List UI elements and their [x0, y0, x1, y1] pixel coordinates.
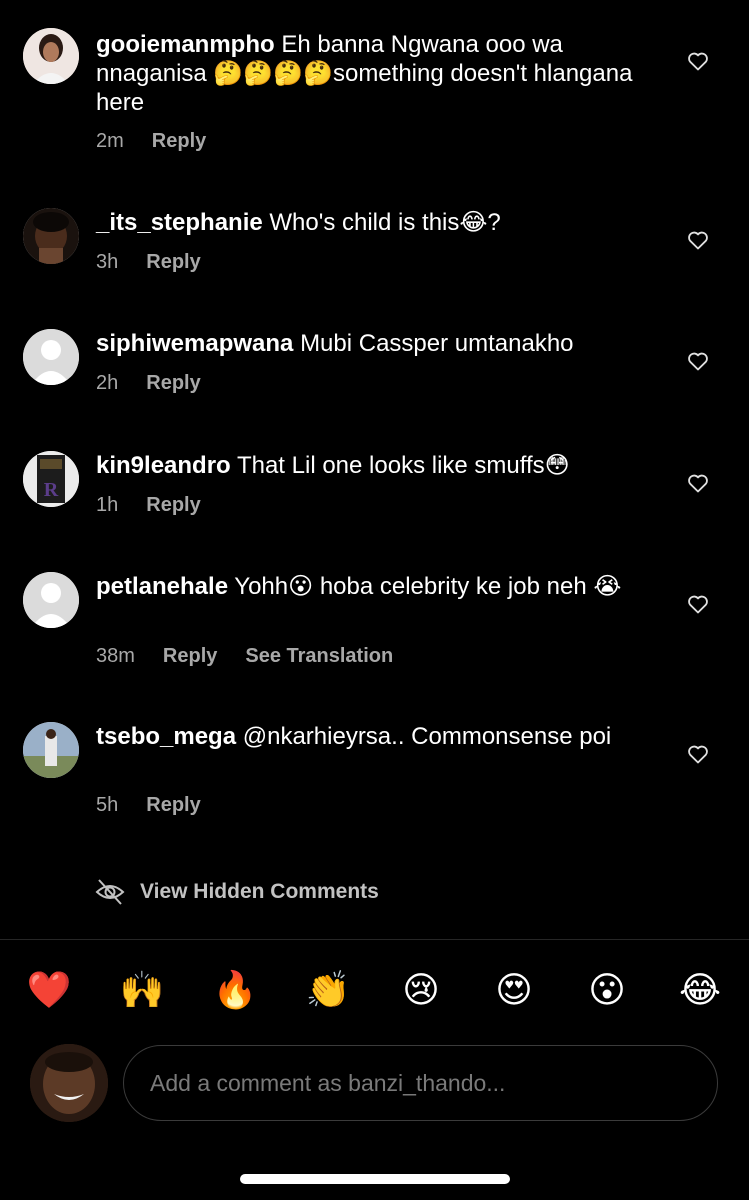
avatar[interactable] — [23, 722, 79, 778]
reply-button[interactable]: Reply — [163, 645, 217, 667]
avatar[interactable]: R — [23, 451, 79, 507]
comment-meta: 2m Reply — [96, 130, 206, 153]
divider — [0, 939, 749, 940]
comment-username[interactable]: gooiemanmpho — [96, 31, 275, 58]
heart-icon[interactable] — [686, 592, 710, 616]
current-user-avatar[interactable] — [30, 1044, 108, 1122]
comment-text: _its_stephanie Who's child is this😂? — [96, 208, 656, 237]
comment-body: That Lil one looks like smuffs😳 — [236, 452, 570, 479]
heart-icon[interactable] — [686, 742, 710, 766]
comment-time: 38m — [96, 645, 135, 667]
comment-input[interactable] — [148, 1068, 672, 1098]
comment-username[interactable]: tsebo_mega — [96, 723, 236, 750]
crying-face-emoji-button[interactable]: 😢 — [395, 968, 447, 1012]
comment-time: 5h — [96, 794, 119, 816]
comment-text: kin9leandro That Lil one looks like smuf… — [96, 451, 656, 480]
reply-button[interactable]: Reply — [146, 372, 200, 394]
comment-text: tsebo_mega @nkarhieyrsa.. Commonsense po… — [96, 722, 656, 751]
reply-button[interactable]: Reply — [146, 494, 200, 516]
red-heart-emoji-button[interactable]: ❤️ — [23, 968, 75, 1012]
reply-button[interactable]: Reply — [146, 251, 200, 273]
comment-composer — [0, 1044, 749, 1124]
surprised-face-emoji-button[interactable]: 😮 — [581, 968, 633, 1012]
emoji-quick-bar: ❤️ 🙌 🔥 👏 😢 😍 😮 😂 — [0, 962, 749, 1018]
comment-body: Who's child is this😂? — [269, 209, 501, 236]
heart-icon[interactable] — [686, 471, 710, 495]
view-hidden-comments-label: View Hidden Comments — [140, 880, 379, 903]
heart-icon[interactable] — [686, 49, 710, 73]
comment-body: Mubi Cassper umtanakho — [300, 330, 574, 357]
comment-text: petlanehale Yohh😮 hoba celebrity ke job … — [96, 572, 656, 601]
comment-username[interactable]: petlanehale — [96, 573, 228, 600]
comment-username[interactable]: _its_stephanie — [96, 209, 263, 236]
fire-emoji-button[interactable]: 🔥 — [209, 968, 261, 1012]
comment-body: @nkarhieyrsa.. Commonsense poi — [242, 723, 612, 750]
clapping-hands-emoji-button[interactable]: 👏 — [302, 968, 354, 1012]
default-avatar-icon[interactable] — [23, 329, 79, 385]
eye-off-icon — [95, 879, 125, 905]
comment-meta: 3h Reply — [96, 251, 201, 274]
home-indicator — [240, 1174, 510, 1184]
avatar[interactable] — [23, 28, 79, 84]
comment-body: Yohh😮 hoba celebrity ke job neh 😭 — [234, 573, 622, 600]
comment-text: gooiemanmpho Eh banna Ngwana ooo wa nnag… — [96, 30, 656, 117]
svg-text:R: R — [44, 479, 59, 501]
comment-meta: 38m Reply See Translation — [96, 645, 393, 668]
heart-icon[interactable] — [686, 349, 710, 373]
comment-text: siphiwemapwana Mubi Cassper umtanakho — [96, 329, 656, 358]
comment-meta: 1h Reply — [96, 494, 201, 517]
comment-time: 2m — [96, 130, 124, 152]
comment-meta: 5h Reply — [96, 794, 201, 817]
comment-time: 3h — [96, 251, 119, 273]
reply-button[interactable]: Reply — [152, 130, 206, 152]
raising-hands-emoji-button[interactable]: 🙌 — [116, 968, 168, 1012]
add-comment-field[interactable] — [123, 1045, 718, 1121]
avatar[interactable] — [23, 208, 79, 264]
heart-icon[interactable] — [686, 228, 710, 252]
comment-username[interactable]: siphiwemapwana — [96, 330, 293, 357]
comment-time: 1h — [96, 494, 119, 516]
comment-time: 2h — [96, 372, 119, 394]
reply-button[interactable]: Reply — [146, 794, 200, 816]
tears-of-joy-emoji-button[interactable]: 😂 — [674, 968, 726, 1012]
comment-username[interactable]: kin9leandro — [96, 452, 231, 479]
heart-eyes-emoji-button[interactable]: 😍 — [488, 968, 540, 1012]
see-translation-button[interactable]: See Translation — [245, 645, 393, 667]
default-avatar-icon[interactable] — [23, 572, 79, 628]
comment-meta: 2h Reply — [96, 372, 201, 395]
